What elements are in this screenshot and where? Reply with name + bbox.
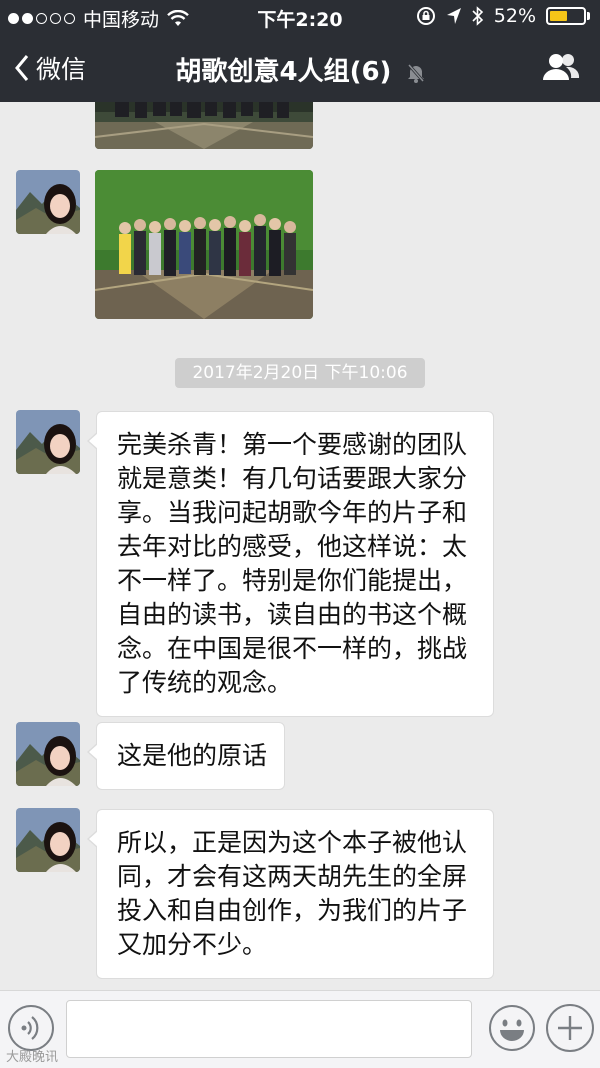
rotation-lock-icon (416, 7, 435, 25)
voice-icon (21, 1016, 39, 1040)
battery-tip (587, 12, 590, 20)
avatar[interactable] (16, 170, 80, 234)
nav-bar: 微信 胡歌创意4人组(6) (0, 34, 600, 102)
voice-input-button[interactable] (8, 1005, 54, 1051)
text-message-bubble[interactable]: 这是他的原话 (87, 722, 285, 790)
avatar[interactable] (16, 722, 80, 786)
more-functions-button[interactable] (546, 1004, 594, 1052)
sender-avatar-image (16, 808, 80, 872)
battery-fill (550, 11, 567, 21)
chat-title: 胡歌创意4人组(6) (175, 57, 392, 87)
top-bar: 中国移动 下午2:20 52% 微信 胡歌创意4人组(6) (0, 0, 600, 102)
location-arrow-icon (446, 8, 461, 24)
battery-icon (546, 7, 590, 25)
group-photo-partial (95, 102, 313, 149)
watermark: 大殿晚讯 (6, 1046, 58, 1065)
emoji-button[interactable] (488, 1004, 536, 1052)
text-message-bubble[interactable]: 完美杀青！第一个要感谢的团队就是意类！有几句话要跟大家分享。当我问起胡歌今年的片… (87, 411, 494, 717)
avatar[interactable] (16, 808, 80, 872)
message-text: 所以，正是因为这个本子被他认同，才会有这两天胡先生的全屏投入和自由创作，为我们的… (117, 828, 468, 959)
image-message[interactable] (95, 170, 313, 319)
emoji-icon (489, 1005, 535, 1051)
status-bar: 中国移动 下午2:20 52% (0, 0, 600, 34)
message-timestamp: 2017年2月20日 下午10:06 (175, 358, 425, 388)
battery-percent: 52% (493, 5, 536, 27)
group-photo-green-screen (95, 170, 313, 319)
chat-input-bar (0, 990, 600, 1068)
watermark-text: 大殿晚讯 (6, 1050, 59, 1065)
sender-avatar-image (16, 410, 80, 474)
chat-message-list[interactable]: 2017年2月20日 下午10:06 完美杀青！第一个要感谢的团队就是意类！有几… (0, 102, 600, 990)
bluetooth-icon (472, 6, 483, 26)
message-text: 这是他的原话 (117, 741, 268, 770)
sender-avatar-image (16, 170, 80, 234)
mute-icon (407, 63, 424, 83)
group-members-icon (543, 54, 580, 80)
group-members-button[interactable] (542, 52, 580, 86)
battery-body (546, 7, 586, 25)
message-input[interactable] (66, 1000, 472, 1058)
text-message-bubble[interactable]: 所以，正是因为这个本子被他认同，才会有这两天胡先生的全屏投入和自由创作，为我们的… (87, 809, 494, 979)
message-text: 完美杀青！第一个要感谢的团队就是意类！有几句话要跟大家分享。当我问起胡歌今年的片… (117, 430, 468, 697)
plus-icon (558, 1016, 582, 1040)
sender-avatar-image (16, 722, 80, 786)
image-message[interactable] (95, 102, 313, 149)
wechat-chat-screen: 中国移动 下午2:20 52% 微信 胡歌创意4人组(6) 2017年2月20日… (0, 0, 600, 1068)
status-right: 52% (416, 5, 590, 27)
chat-title-area: 胡歌创意4人组(6) (0, 51, 600, 88)
avatar[interactable] (16, 410, 80, 474)
